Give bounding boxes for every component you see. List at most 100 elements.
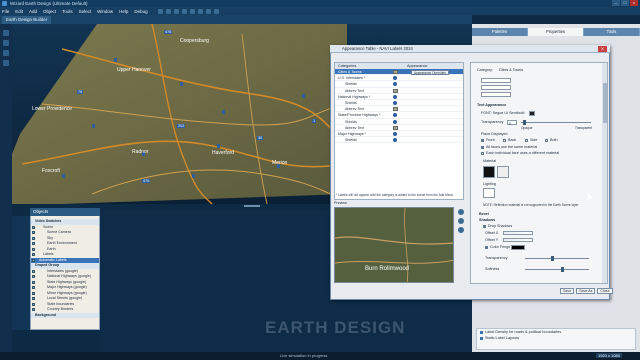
scrollbar-thumb[interactable]	[602, 83, 607, 123]
settings-icon[interactable]	[173, 8, 179, 14]
zoom-out-icon[interactable]	[458, 218, 464, 224]
placement-front-checkbox[interactable]	[481, 139, 485, 143]
menu-add[interactable]: Add	[29, 9, 37, 14]
value-field[interactable]	[481, 78, 511, 83]
value-field[interactable]	[481, 92, 511, 97]
shield-icon[interactable]	[393, 100, 397, 105]
menu-window[interactable]: Window	[97, 9, 113, 14]
shield-icon[interactable]	[393, 138, 397, 143]
same-material-radio[interactable]	[481, 146, 485, 150]
text-style-swatch[interactable]	[393, 107, 398, 112]
dialog-close-button[interactable]: X	[598, 46, 607, 52]
lighting-swatch[interactable]	[483, 188, 495, 198]
softness-thumb[interactable]	[561, 267, 564, 272]
checkbox-icon[interactable]	[480, 336, 483, 340]
object-tree: Video Switches Scene Scene Camera Sky Earth …	[31, 211, 99, 318]
menu-edit[interactable]: Edit	[15, 9, 23, 14]
transparency-slider[interactable]	[521, 122, 591, 123]
orbit-tool-icon[interactable]	[3, 60, 9, 66]
visibility-checkbox[interactable]	[32, 286, 35, 289]
footer-option[interactable]: Static Label Layouts	[477, 335, 635, 341]
pan-tool-icon[interactable]	[3, 40, 9, 46]
checkbox-icon[interactable]	[480, 330, 483, 334]
properties-scrollbar[interactable]	[602, 63, 607, 283]
select-tool-icon[interactable]	[3, 30, 9, 36]
visibility-checkbox[interactable]	[32, 242, 35, 245]
visibility-checkbox[interactable]	[32, 291, 35, 295]
object-tree-item-label: Country Borders	[47, 307, 74, 311]
transparency-input[interactable]: 0	[507, 120, 517, 126]
save-button[interactable]: Save	[560, 288, 575, 294]
maximize-button[interactable]: □	[621, 0, 629, 6]
redo-icon[interactable]	[165, 8, 171, 14]
placement-side-checkbox[interactable]	[525, 139, 529, 143]
transparency-slider-thumb[interactable]	[523, 120, 526, 125]
shield-icon[interactable]	[393, 131, 397, 136]
tab-palettes[interactable]: Palettes	[472, 28, 528, 36]
text-style-swatch[interactable]	[393, 88, 398, 93]
value-field[interactable]	[481, 85, 511, 90]
shadow-transparency-thumb[interactable]	[551, 256, 554, 261]
placement-both-checkbox[interactable]	[545, 139, 549, 143]
offset-y-field[interactable]	[503, 238, 533, 242]
softness-slider[interactable]	[525, 269, 589, 270]
minimize-button[interactable]: –	[612, 0, 620, 6]
font-color-swatch[interactable]	[529, 111, 535, 116]
tab-properties[interactable]: Properties	[528, 28, 584, 36]
reset-view-icon[interactable]	[458, 227, 464, 233]
offset-x-field[interactable]	[503, 231, 533, 235]
move-icon[interactable]	[181, 8, 187, 14]
shield-icon[interactable]	[393, 76, 397, 81]
visibility-checkbox[interactable]	[32, 225, 35, 229]
visibility-checkbox[interactable]	[32, 302, 35, 306]
close-window-button[interactable]: ×	[630, 0, 638, 6]
text-style-swatch[interactable]	[393, 125, 398, 130]
scale-icon[interactable]	[197, 8, 203, 14]
menu-help[interactable]: Help	[119, 9, 128, 14]
camera-icon[interactable]	[205, 8, 211, 14]
shield-icon[interactable]	[393, 119, 397, 124]
document-tab[interactable]: Earth Design Builder	[2, 16, 52, 24]
visibility-checkbox[interactable]	[32, 280, 35, 284]
text-style-swatch[interactable]	[393, 70, 398, 74]
category-row[interactable]: Shields	[335, 137, 463, 144]
color-fringe-checkbox[interactable]	[485, 246, 489, 250]
undo-icon[interactable]	[157, 8, 163, 14]
drop-shadows-checkbox[interactable]	[483, 225, 487, 229]
placement-back-checkbox[interactable]	[503, 139, 507, 143]
resolution-readout[interactable]: 1920 x 1080	[595, 353, 622, 358]
shadow-transparency-slider[interactable]	[525, 258, 589, 259]
visibility-checkbox[interactable]	[32, 231, 35, 234]
shield-icon[interactable]	[393, 94, 397, 99]
visibility-checkbox[interactable]	[32, 258, 35, 262]
visibility-checkbox[interactable]	[32, 275, 35, 278]
panel-splitter[interactable]	[244, 205, 260, 207]
menu-object[interactable]: Object	[43, 9, 56, 14]
play-icon[interactable]	[213, 8, 219, 14]
object-tree-item[interactable]: Background	[31, 312, 99, 318]
menu-file[interactable]: File	[2, 9, 9, 14]
pin-icon	[180, 82, 183, 86]
shield-icon[interactable]	[393, 82, 397, 87]
shield-icon[interactable]	[393, 113, 397, 118]
zoom-in-icon[interactable]	[458, 209, 464, 215]
fringe-color-swatch[interactable]	[511, 245, 525, 250]
zoom-tool-icon[interactable]	[3, 50, 9, 56]
menu-select[interactable]: Select	[79, 9, 92, 14]
visibility-checkbox[interactable]	[32, 247, 35, 251]
material-swatch[interactable]	[483, 166, 495, 178]
visibility-checkbox[interactable]	[32, 297, 35, 300]
save-as-button[interactable]: Save As	[576, 288, 596, 294]
close-button[interactable]: Close	[597, 288, 613, 294]
visibility-checkbox[interactable]	[32, 269, 35, 273]
rotate-icon[interactable]	[189, 8, 195, 14]
appearance-overrides-button[interactable]: Appearance Overrides	[411, 69, 449, 75]
visibility-checkbox[interactable]	[32, 236, 35, 240]
visibility-checkbox[interactable]	[32, 308, 35, 311]
different-material-radio[interactable]	[481, 152, 485, 156]
visibility-checkbox[interactable]	[32, 253, 35, 256]
menu-debug[interactable]: Debug	[134, 9, 147, 14]
tab-tools[interactable]: Tools	[584, 28, 640, 36]
menu-tools[interactable]: Tools	[62, 9, 73, 14]
material-swatch[interactable]	[497, 166, 509, 178]
